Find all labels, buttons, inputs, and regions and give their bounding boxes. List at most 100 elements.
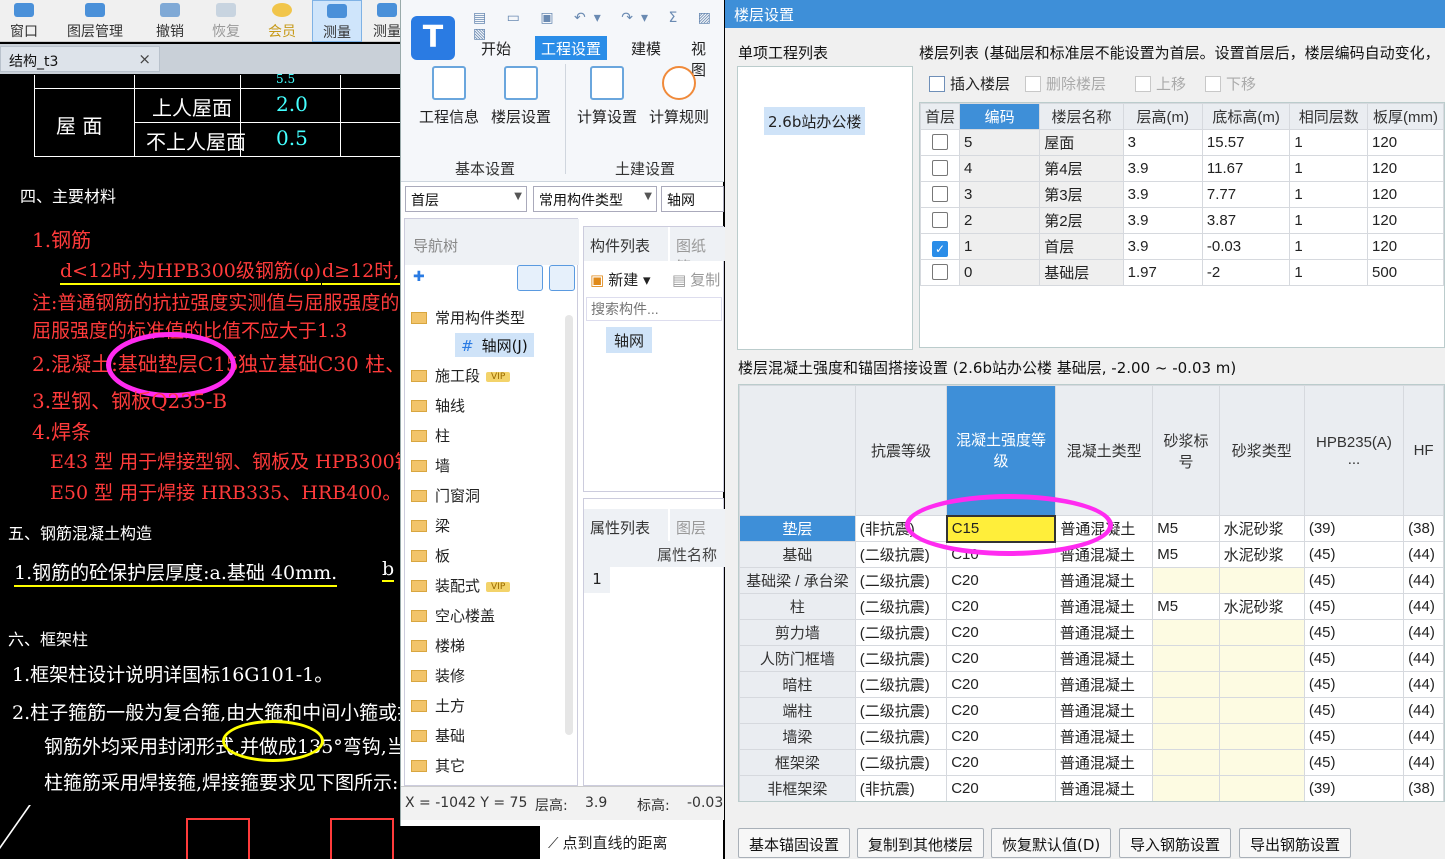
tab-project-settings[interactable]: 工程设置 xyxy=(535,36,608,60)
floor-thick-cell[interactable]: 120 xyxy=(1367,129,1444,156)
concrete-mtype-cell[interactable] xyxy=(1218,749,1305,776)
floor-same-cell[interactable]: 1 xyxy=(1289,207,1369,234)
concrete-seis-cell[interactable]: (二级抗震) xyxy=(854,723,948,750)
nav-item[interactable]: 空心楼盖 xyxy=(411,605,495,626)
floor-name-cell[interactable]: 屋面 xyxy=(1039,129,1124,156)
concrete-hpb-cell[interactable]: (45) xyxy=(1303,567,1405,594)
concrete-grade-cell[interactable]: C20 xyxy=(946,671,1056,698)
concrete-mtype-cell[interactable] xyxy=(1218,619,1305,646)
concrete-hpb-cell[interactable]: (45) xyxy=(1303,541,1405,568)
component-search-input[interactable] xyxy=(586,297,722,321)
concrete-row[interactable]: 非框架梁 (非抗震) C20 普通混凝土 (39) (38) xyxy=(739,775,1444,801)
concrete-seis-cell[interactable]: (二级抗震) xyxy=(854,593,948,620)
first-floor-checkbox[interactable] xyxy=(932,186,948,202)
floor-row[interactable]: 4 第4层 3.9 11.67 1 120 xyxy=(919,155,1444,182)
point-line-distance-tool[interactable]: ⟋ 点到直线的距离 xyxy=(548,832,668,853)
floor-code-cell[interactable]: 1 xyxy=(959,233,1041,260)
nav-item[interactable]: 板 xyxy=(411,545,450,566)
tab-view[interactable]: 视图 xyxy=(685,36,724,79)
floor-bottom-cell[interactable]: -0.03 xyxy=(1201,233,1291,260)
project-item[interactable]: 2.6b站办公楼 xyxy=(764,107,866,135)
floor-row[interactable]: ✓ 1 首层 3.9 -0.03 1 120 xyxy=(919,233,1444,260)
floor-thick-cell[interactable]: 120 xyxy=(1367,155,1444,182)
floor-col-header[interactable]: 楼层名称 xyxy=(1039,103,1124,130)
first-floor-checkbox[interactable] xyxy=(932,160,948,176)
concrete-hpb-cell[interactable]: (45) xyxy=(1303,671,1405,698)
concrete-row[interactable]: 剪力墙 (二级抗震) C20 普通混凝土 (45) (44) xyxy=(739,619,1444,646)
floor-code-cell[interactable]: 3 xyxy=(959,181,1041,208)
delete-floor-button[interactable]: 删除楼层 xyxy=(1019,69,1112,97)
floor-name-cell[interactable]: 基础层 xyxy=(1039,259,1124,286)
concrete-col-header[interactable]: 砂浆标号 xyxy=(1152,385,1220,516)
measure2-button[interactable]: 测量 xyxy=(372,0,400,42)
concrete-mortar-cell[interactable]: M5 xyxy=(1152,593,1220,620)
vip-button[interactable]: 会员 xyxy=(262,0,302,42)
concrete-row[interactable]: 基础 (二级抗震) C10 普通混凝土 M5 水泥砂浆 (45) (44) xyxy=(739,541,1444,568)
floor-col-header[interactable]: 编码 xyxy=(959,103,1041,130)
floor-bottom-cell[interactable]: 15.57 xyxy=(1201,129,1291,156)
concrete-seis-cell[interactable]: (二级抗震) xyxy=(854,697,948,724)
quick-access-toolbar[interactable]: ▤ ▭ ▣ ↶▾ ↷▾ Σ ▨ ▧ xyxy=(473,10,723,42)
concrete-seis-cell[interactable]: (二级抗震) xyxy=(854,619,948,646)
concrete-hf-cell[interactable]: (44) xyxy=(1403,645,1444,672)
floor-code-cell[interactable]: 5 xyxy=(959,129,1041,156)
grid-view-icon[interactable] xyxy=(549,265,575,291)
undo-button[interactable]: 撤销 xyxy=(150,0,190,42)
nav-item[interactable]: 装配式 VIP xyxy=(411,575,511,596)
first-floor-cell[interactable] xyxy=(919,259,961,286)
concrete-mtype-cell[interactable] xyxy=(1218,671,1305,698)
calc-settings-button[interactable]: 计算设置 xyxy=(571,66,643,127)
concrete-mortar-cell[interactable]: M5 xyxy=(1152,515,1220,542)
concrete-mtype-cell[interactable]: 水泥砂浆 xyxy=(1218,593,1305,620)
floor-height-cell[interactable]: 3.9 xyxy=(1122,207,1203,234)
calc-rules-button[interactable]: 计算规则 xyxy=(643,66,715,127)
floor-thick-cell[interactable]: 500 xyxy=(1367,259,1444,286)
tab-start[interactable]: 开始 xyxy=(475,36,517,60)
concrete-row[interactable]: 墙梁 (二级抗震) C20 普通混凝土 (45) (44) xyxy=(739,723,1444,750)
nav-item[interactable]: 门窗洞 xyxy=(411,485,480,506)
floor-code-cell[interactable]: 2 xyxy=(959,207,1041,234)
new-component-button[interactable]: ▣ 新建 ▾ xyxy=(590,269,651,290)
first-floor-checkbox[interactable] xyxy=(932,212,948,228)
concrete-hpb-cell[interactable]: (45) xyxy=(1303,723,1405,750)
first-floor-checkbox[interactable] xyxy=(932,264,948,280)
concrete-mtype-cell[interactable] xyxy=(1218,723,1305,750)
concrete-row[interactable]: 框架梁 (二级抗震) C20 普通混凝土 (45) (44) xyxy=(739,749,1444,776)
floor-same-cell[interactable]: 1 xyxy=(1289,129,1369,156)
floor-settings-button[interactable]: 楼层设置 xyxy=(485,66,557,127)
concrete-mortar-cell[interactable] xyxy=(1152,775,1220,801)
floor-col-header[interactable]: 首层 xyxy=(919,103,961,130)
concrete-hpb-cell[interactable]: (45) xyxy=(1303,619,1405,646)
concrete-mortar-cell[interactable] xyxy=(1152,645,1220,672)
first-floor-cell[interactable] xyxy=(919,181,961,208)
floor-bottom-cell[interactable]: 11.67 xyxy=(1201,155,1291,182)
project-info-button[interactable]: 工程信息 xyxy=(413,66,485,127)
concrete-hpb-cell[interactable]: (45) xyxy=(1303,593,1405,620)
concrete-hf-cell[interactable]: (44) xyxy=(1403,619,1444,646)
concrete-mortar-cell[interactable] xyxy=(1152,567,1220,594)
concrete-type-cell[interactable]: 普通混凝土 xyxy=(1054,749,1154,776)
nav-subitem-axis[interactable]: # 轴网(J) xyxy=(455,333,534,357)
concrete-hpb-cell[interactable]: (39) xyxy=(1303,775,1405,801)
axis-select[interactable]: 轴网 xyxy=(661,186,724,212)
list-view-icon[interactable] xyxy=(517,265,543,291)
concrete-mortar-cell[interactable]: M5 xyxy=(1152,541,1220,568)
concrete-type-cell[interactable]: 普通混凝土 xyxy=(1054,775,1154,801)
concrete-mtype-cell[interactable]: 水泥砂浆 xyxy=(1218,541,1305,568)
concrete-seis-cell[interactable]: (二级抗震) xyxy=(854,671,948,698)
concrete-hf-cell[interactable]: (44) xyxy=(1403,567,1444,594)
nav-scrollbar[interactable] xyxy=(565,315,573,735)
concrete-mtype-cell[interactable] xyxy=(1218,697,1305,724)
floor-height-cell[interactable]: 3.9 xyxy=(1122,233,1203,260)
concrete-type-cell[interactable]: 普通混凝土 xyxy=(1054,567,1154,594)
concrete-mtype-cell[interactable] xyxy=(1218,775,1305,801)
tab-modeling[interactable]: 建模 xyxy=(625,36,667,60)
floor-same-cell[interactable]: 1 xyxy=(1289,259,1369,286)
concrete-grade-cell[interactable]: C20 xyxy=(946,645,1056,672)
concrete-mortar-cell[interactable] xyxy=(1152,697,1220,724)
concrete-grade-cell[interactable]: C20 xyxy=(946,619,1056,646)
floor-thick-cell[interactable]: 120 xyxy=(1367,233,1444,260)
component-type-select[interactable]: 常用构件类型 ▼ xyxy=(533,186,657,212)
nav-item[interactable]: 梁 xyxy=(411,515,450,536)
concrete-grade-cell[interactable]: C20 xyxy=(946,697,1056,724)
